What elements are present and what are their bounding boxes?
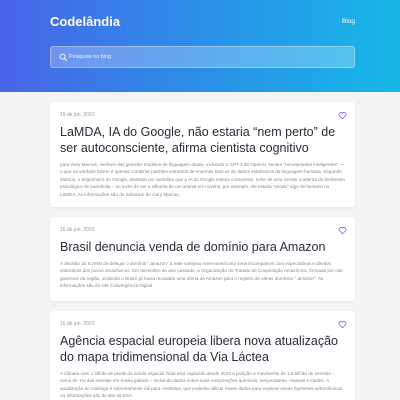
search-bar[interactable] [50, 46, 355, 68]
search-icon [59, 53, 68, 62]
post-date: 16 de jun, 2022 [60, 227, 95, 233]
post-excerpt: A decisão do ICANN de delegar o domínio … [60, 261, 343, 289]
heart-icon[interactable] [338, 320, 347, 329]
post-card[interactable]: 16 de jun, 2022 LaMDA, IA do Google, não… [50, 102, 355, 207]
header: Codelândia Blog [0, 0, 400, 92]
nav-link-blog[interactable]: Blog [342, 18, 355, 25]
logo[interactable]: Codelândia [50, 14, 120, 29]
heart-icon[interactable] [338, 111, 347, 120]
post-excerpt: A câmera com 1 bilhão de pixels da sonda… [60, 371, 344, 399]
post-excerpt: para Gary Marcus, nenhum dos grandes mod… [60, 162, 345, 197]
post-card[interactable]: 16 de jun, 2022 Brasil denuncia venda de… [50, 217, 355, 301]
post-card[interactable]: 16 de jun, 2022 Agência espacial europei… [50, 311, 355, 400]
post-title[interactable]: Agência espacial europeia libera nova at… [60, 333, 345, 365]
heart-icon[interactable] [338, 226, 347, 235]
post-date: 16 de jun, 2022 [60, 321, 95, 327]
post-title[interactable]: Brasil denuncia venda de domínio para Am… [60, 239, 345, 255]
post-date: 16 de jun, 2022 [60, 112, 95, 118]
post-title[interactable]: LaMDA, IA do Google, não estaria “nem pe… [60, 124, 345, 156]
search-input[interactable] [69, 47, 349, 67]
